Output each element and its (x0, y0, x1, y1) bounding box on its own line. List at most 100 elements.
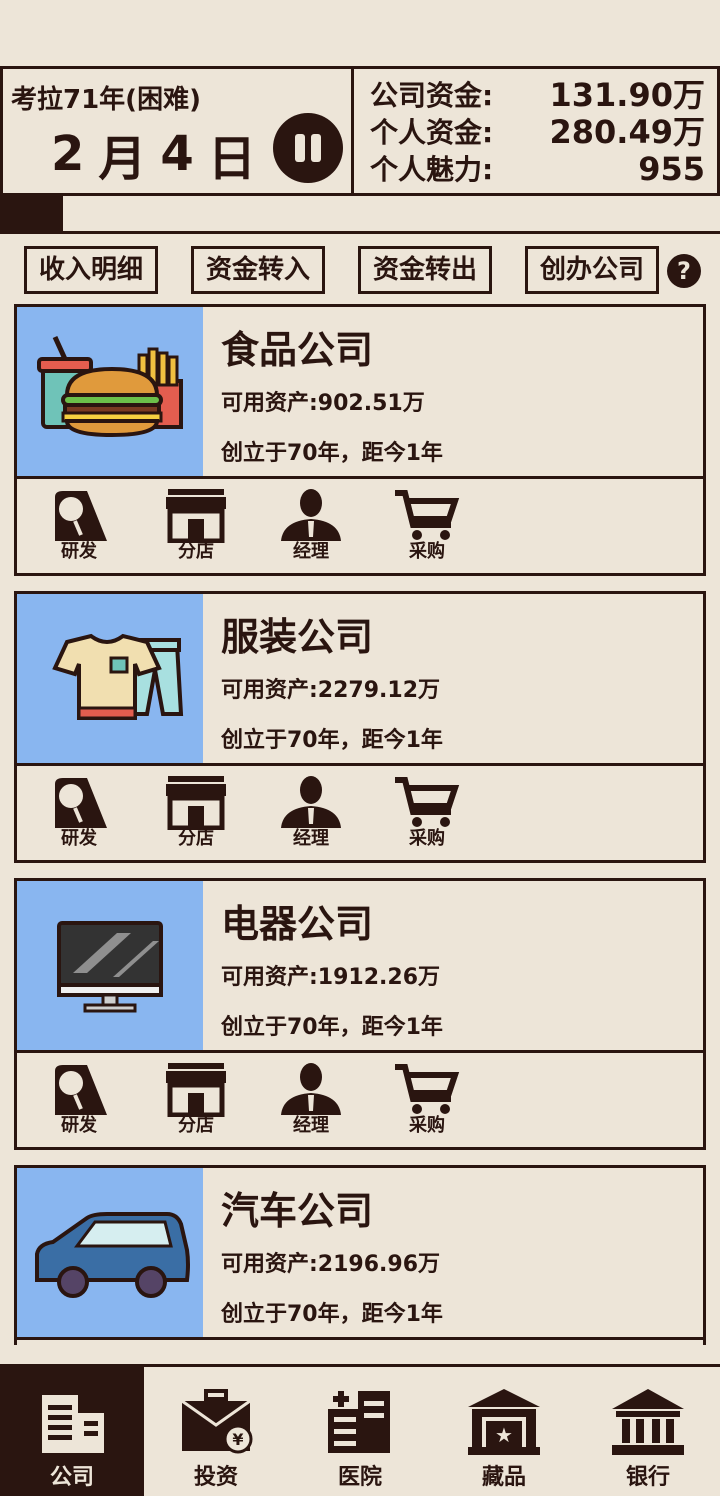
company-tools: 研发 分店 经理 采购 (17, 1053, 703, 1147)
company-tools: 研发 分店 经理 采购 (17, 766, 703, 860)
company-card-electronics[interactable]: 电器公司 可用资产:1912.26万 创立于70年，距今1年 研发 分店 经理 … (14, 878, 706, 1150)
cart-icon (395, 777, 460, 827)
company-funds-value: 131.90万 (549, 76, 706, 114)
charm-row: 个人魅力: 955 (370, 151, 705, 188)
manager-button[interactable]: 经理 (273, 774, 349, 850)
company-card-header[interactable]: 汽车公司 可用资产:2196.96万 创立于70年，距今1年 (17, 1168, 703, 1340)
company-asset: 可用资产:2196.96万 (221, 1252, 441, 1277)
manager-button[interactable]: 经理 (273, 487, 349, 563)
company-image (17, 307, 203, 476)
action-bar: 收入明细 资金转入 资金转出 创办公司 ? (24, 246, 704, 294)
nav-company[interactable]: 公司 (0, 1367, 144, 1496)
purchase-button[interactable]: 采购 (389, 1061, 465, 1137)
company-tools: 研发 分店 经理 采购 (17, 479, 703, 573)
tshirt-jeans-icon (52, 633, 184, 720)
purchase-button[interactable]: 采购 (389, 774, 465, 850)
nav-collection-label: 藏品 (481, 1465, 526, 1490)
car-icon (35, 1212, 190, 1298)
day-progress-bar (0, 196, 720, 234)
svg-text:★: ★ (495, 1423, 513, 1447)
personal-funds-row: 个人资金: 280.49万 (370, 114, 705, 151)
company-name: 服装公司 (221, 615, 374, 659)
company-founded: 创立于70年，距今1年 (221, 1302, 443, 1327)
charm-value: 955 (638, 150, 705, 188)
company-founded: 创立于70年，距今1年 (221, 728, 443, 753)
manager-button[interactable]: 经理 (273, 1061, 349, 1137)
company-asset: 可用资产:902.51万 (221, 391, 425, 416)
cart-icon (395, 490, 460, 540)
nav-bank[interactable]: 银行 (576, 1367, 720, 1496)
museum-star-icon: ★ (468, 1389, 540, 1455)
company-founded: 创立于70年，距今1年 (221, 441, 443, 466)
pause-button[interactable] (273, 113, 343, 183)
nav-collection[interactable]: ★ 藏品 (432, 1367, 576, 1496)
purchase-label: 采购 (409, 541, 445, 562)
current-date: 2 月 4 日 (51, 119, 270, 189)
manager-icon (281, 776, 341, 828)
company-name: 汽车公司 (221, 1189, 374, 1233)
personal-funds-value: 280.49万 (549, 113, 706, 151)
funds-panel: 公司资金: 131.90万 个人资金: 280.49万 个人魅力: 955 (354, 69, 717, 193)
company-name: 食品公司 (221, 328, 374, 372)
research-button[interactable]: 研发 (41, 487, 117, 563)
research-button[interactable]: 研发 (41, 774, 117, 850)
magnifier-icon (55, 1065, 107, 1115)
svg-text:¥: ¥ (232, 1430, 243, 1449)
company-name: 电器公司 (221, 902, 374, 946)
date-day: 4 (160, 126, 194, 182)
company-asset: 可用资产:2279.12万 (221, 678, 441, 703)
burger-fries-drink-icon (37, 335, 183, 438)
create-company-button[interactable]: 创办公司 (525, 246, 659, 294)
storefront-icon (166, 776, 226, 830)
income-detail-button[interactable]: 收入明细 (24, 246, 158, 294)
company-card-food[interactable]: 食品公司 可用资产:902.51万 创立于70年，距今1年 研发 分店 经理 采… (14, 304, 706, 576)
hospital-icon (328, 1391, 390, 1453)
monitor-icon (57, 921, 163, 1013)
bank-icon (612, 1389, 684, 1455)
nav-company-label: 公司 (49, 1465, 94, 1490)
date-panel: 考拉71年(困难) 2 月 4 日 (3, 69, 354, 193)
building-icon (42, 1395, 104, 1453)
company-asset: 可用资产:1912.26万 (221, 965, 441, 990)
date-month-unit: 月 (98, 131, 147, 187)
storefront-icon (166, 1063, 226, 1117)
cart-icon (395, 1064, 460, 1114)
branch-button[interactable]: 分店 (158, 487, 234, 563)
company-card-clothing[interactable]: 服装公司 可用资产:2279.12万 创立于70年，距今1年 研发 分店 经理 … (14, 591, 706, 863)
company-card-header[interactable]: 电器公司 可用资产:1912.26万 创立于70年，距今1年 (17, 881, 703, 1053)
briefcase-icon: ¥ (181, 1389, 253, 1454)
manager-icon (281, 489, 341, 541)
status-header: 考拉71年(困难) 2 月 4 日 公司资金: 131.90万 个人资金: 28… (0, 66, 720, 196)
magnifier-icon (55, 491, 107, 541)
fund-out-button[interactable]: 资金转出 (358, 246, 492, 294)
pause-icon (295, 134, 305, 162)
company-founded: 创立于70年，距今1年 (221, 1015, 443, 1040)
company-image (17, 594, 203, 763)
purchase-label: 采购 (409, 828, 445, 849)
company-card-header[interactable]: 食品公司 可用资产:902.51万 创立于70年，距今1年 (17, 307, 703, 479)
branch-button[interactable]: 分店 (158, 774, 234, 850)
magnifier-icon (55, 778, 107, 828)
purchase-label: 采购 (409, 1115, 445, 1136)
company-card-header[interactable]: 服装公司 可用资产:2279.12万 创立于70年，距今1年 (17, 594, 703, 766)
company-card-auto[interactable]: 汽车公司 可用资产:2196.96万 创立于70年，距今1年 (14, 1165, 706, 1345)
branch-button[interactable]: 分店 (158, 1061, 234, 1137)
research-button[interactable]: 研发 (41, 1061, 117, 1137)
date-day-unit: 日 (207, 131, 256, 187)
company-funds-label: 公司资金: (370, 79, 494, 112)
nav-hospital-label: 医院 (337, 1465, 382, 1490)
game-title: 考拉71年(困难) (11, 85, 201, 115)
company-image (17, 1168, 203, 1337)
nav-invest[interactable]: ¥ 投资 (144, 1367, 288, 1496)
manager-icon (281, 1063, 341, 1115)
date-month: 2 (51, 126, 85, 182)
fund-in-button[interactable]: 资金转入 (191, 246, 325, 294)
nav-bank-label: 银行 (625, 1465, 670, 1490)
storefront-icon (166, 489, 226, 543)
nav-hospital[interactable]: 医院 (288, 1367, 432, 1496)
company-funds-row: 公司资金: 131.90万 (370, 77, 705, 114)
help-icon[interactable]: ? (667, 254, 701, 288)
nav-invest-label: 投资 (193, 1465, 238, 1490)
purchase-button[interactable]: 采购 (389, 487, 465, 563)
personal-funds-label: 个人资金: (370, 116, 494, 149)
